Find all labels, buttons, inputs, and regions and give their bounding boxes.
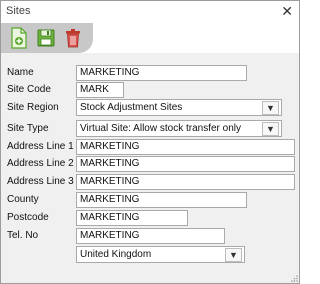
new-button[interactable]: [9, 27, 29, 49]
address-line-3-label: Address Line 3: [7, 176, 74, 187]
country-select[interactable]: United Kingdom ▼: [76, 246, 245, 263]
delete-button[interactable]: [63, 27, 83, 49]
toolbar: [1, 23, 299, 53]
save-icon: [37, 29, 55, 47]
resize-grip-icon[interactable]: [290, 274, 298, 282]
delete-icon: [66, 29, 80, 48]
county-label: County: [7, 194, 39, 205]
new-document-icon: [11, 27, 27, 49]
window-title: Sites: [6, 5, 31, 17]
title-bar: Sites ✕: [1, 1, 299, 23]
site-code-field[interactable]: MARK: [76, 82, 124, 98]
tel-no-field[interactable]: MARKETING: [76, 228, 225, 244]
country-value: United Kingdom: [80, 249, 152, 260]
site-region-label: Site Region: [7, 102, 59, 113]
postcode-label: Postcode: [7, 212, 49, 223]
site-type-select[interactable]: Virtual Site: Allow stock transfer only …: [76, 120, 282, 137]
sites-window: Sites ✕ Name MARKETING Site Code MARK Si…: [0, 0, 300, 284]
close-icon[interactable]: ✕: [281, 3, 293, 19]
site-code-label: Site Code: [7, 84, 51, 95]
county-field[interactable]: MARKETING: [76, 192, 247, 208]
site-type-value: Virtual Site: Allow stock transfer only: [80, 123, 241, 134]
address-line-1-label: Address Line 1: [7, 141, 74, 152]
address-line-2-label: Address Line 2: [7, 158, 74, 169]
chevron-down-icon[interactable]: ▼: [262, 101, 279, 115]
postcode-field[interactable]: MARKETING: [76, 210, 188, 226]
address-line-1-field[interactable]: MARKETING: [76, 139, 295, 155]
chevron-down-icon[interactable]: ▼: [225, 248, 242, 262]
name-label: Name: [7, 67, 34, 78]
site-region-select[interactable]: Stock Adjustment Sites ▼: [76, 99, 282, 116]
save-button[interactable]: [36, 27, 56, 49]
site-region-value: Stock Adjustment Sites: [80, 102, 183, 113]
address-line-3-field[interactable]: MARKETING: [76, 174, 295, 190]
address-line-2-field[interactable]: MARKETING: [76, 156, 295, 172]
name-field[interactable]: MARKETING: [76, 65, 247, 81]
site-type-label: Site Type: [7, 123, 49, 134]
chevron-down-icon[interactable]: ▼: [262, 122, 279, 136]
tel-no-label: Tel. No: [7, 230, 39, 241]
